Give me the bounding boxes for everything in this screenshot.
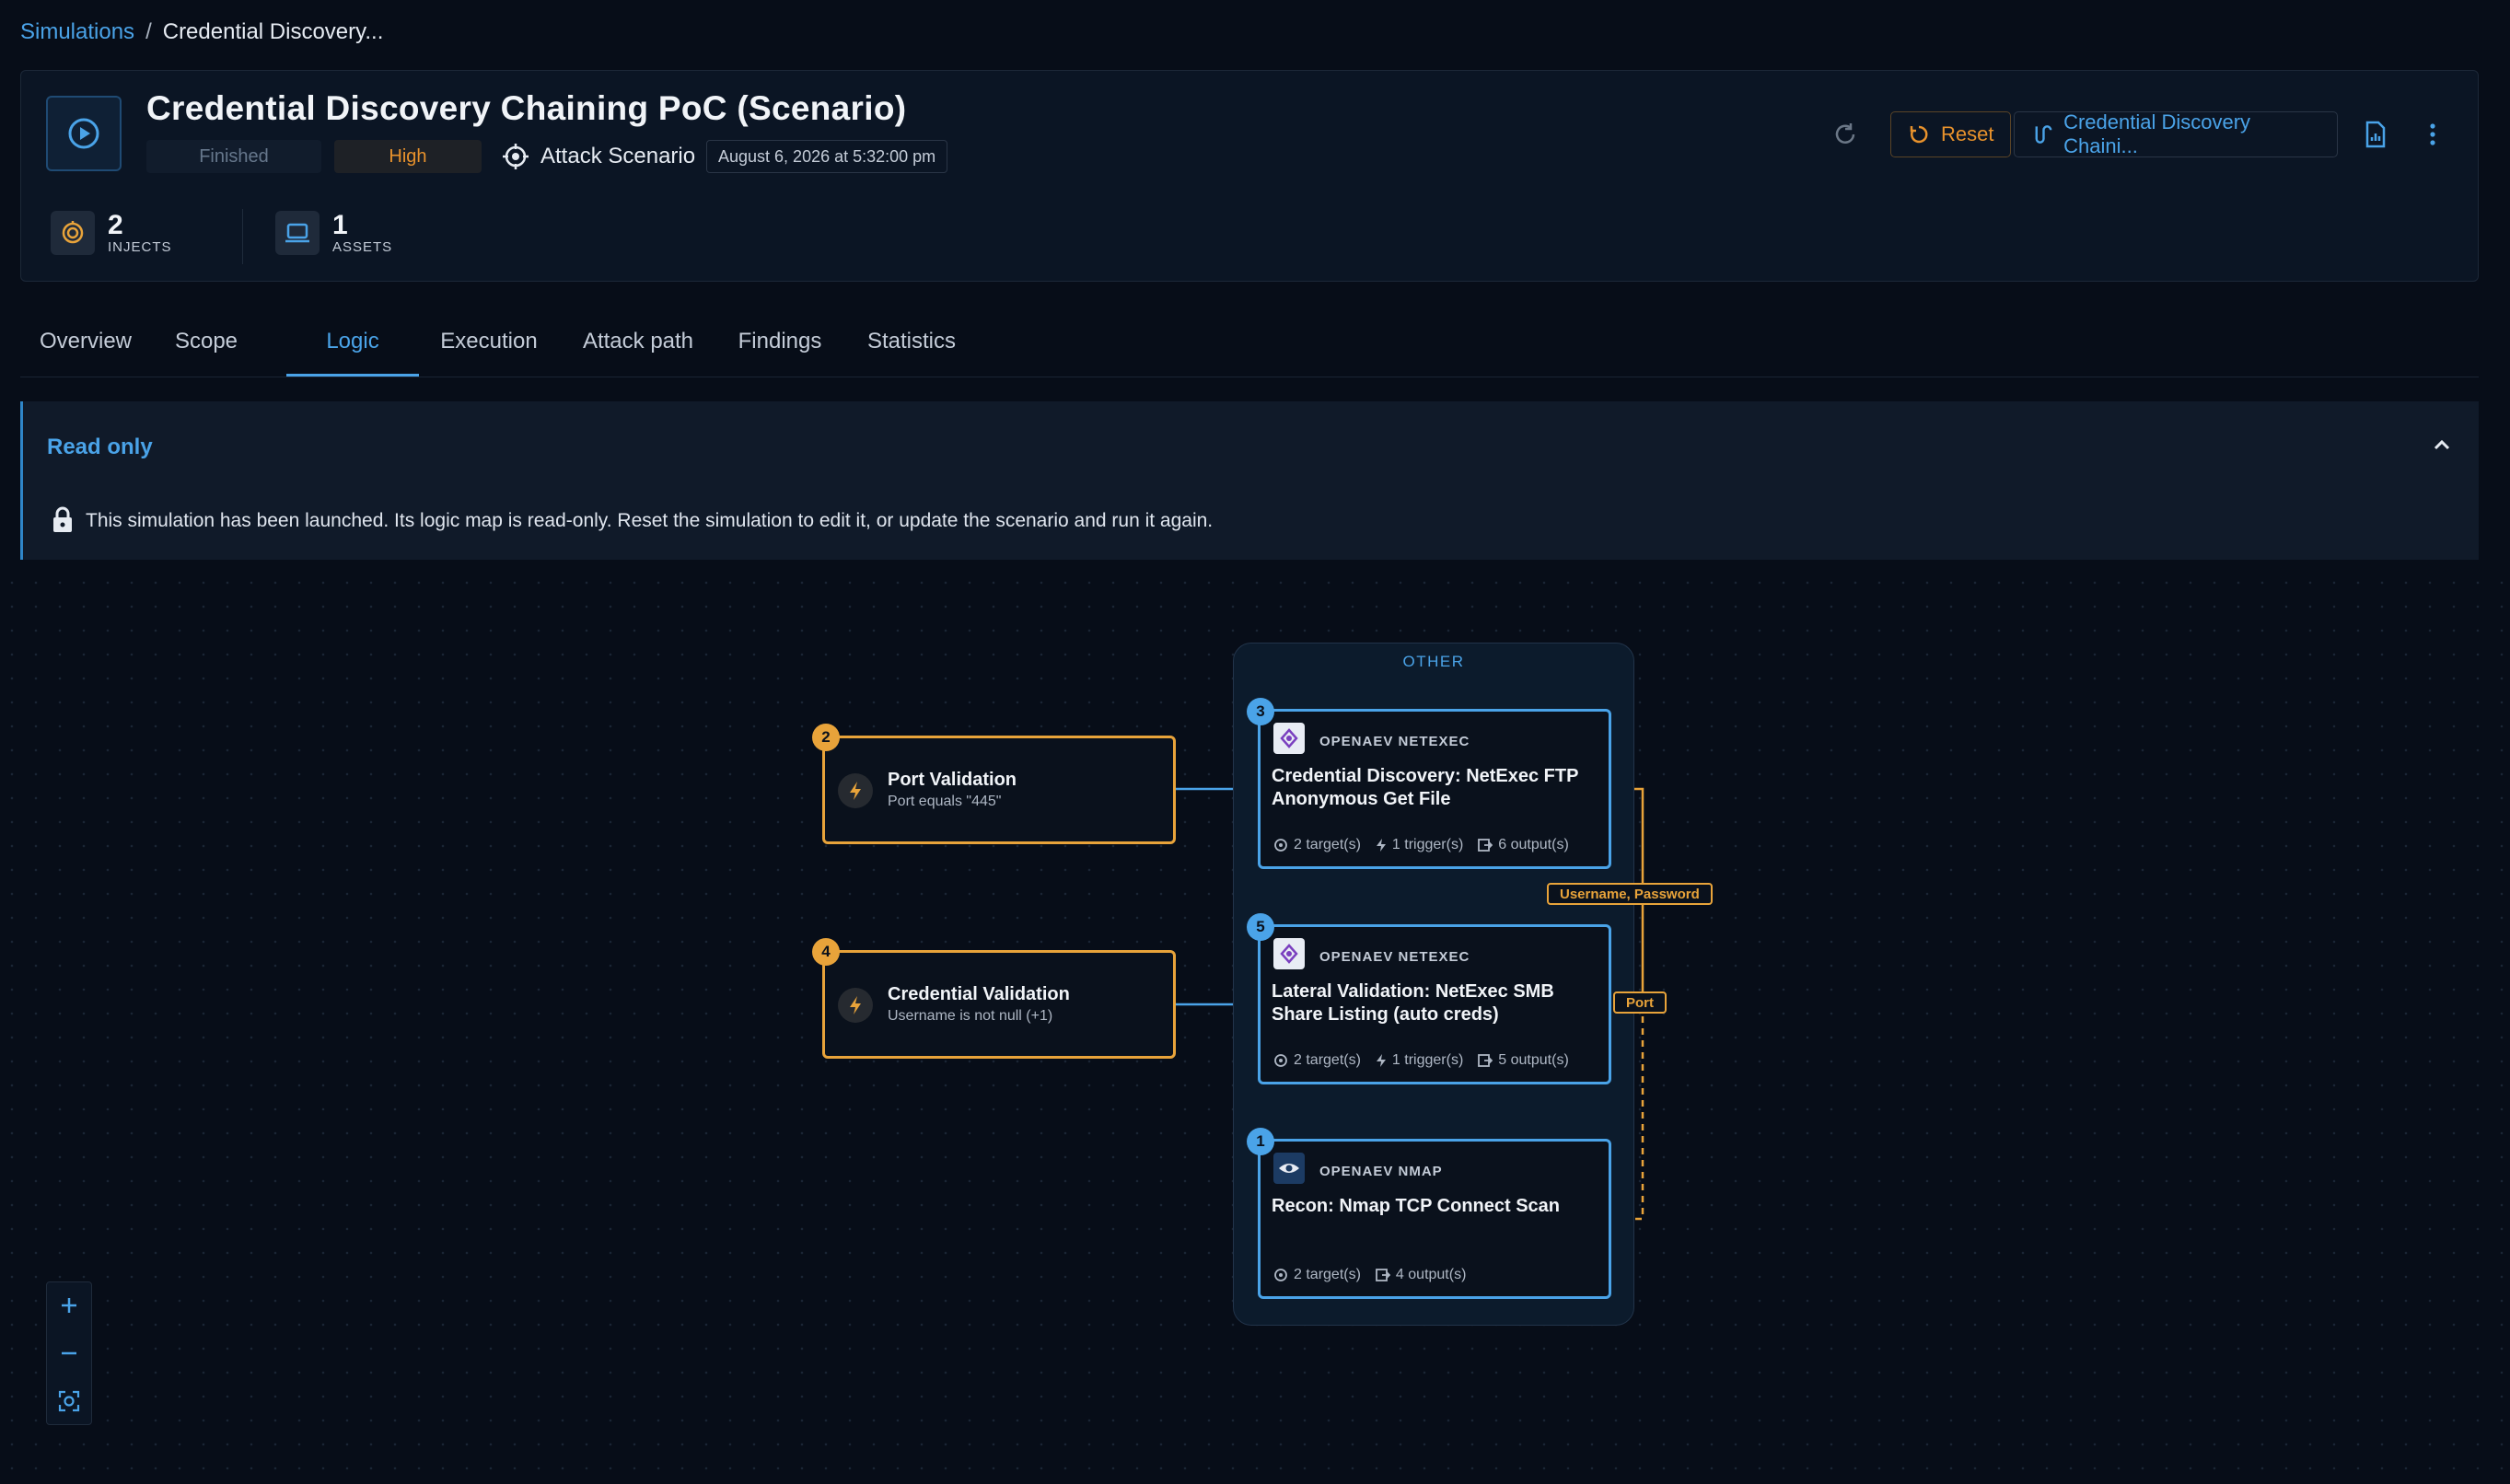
- inject-outputs: 6 output(s): [1498, 837, 1569, 852]
- target-icon: [1274, 1269, 1287, 1281]
- condition-title: Credential Validation: [888, 984, 1070, 1004]
- target-icon: [1274, 1054, 1287, 1067]
- condition-title: Port Validation: [888, 770, 1017, 790]
- inject-footer: 2 target(s) 1 trigger(s) 5 output(s): [1273, 1052, 1569, 1069]
- inject-provider: OPENAEV NETEXEC: [1319, 734, 1470, 749]
- minus-icon: [62, 1351, 76, 1355]
- zoom-in-button[interactable]: [47, 1282, 91, 1328]
- inject-targets: 2 target(s): [1294, 1267, 1361, 1282]
- zoom-out-button[interactable]: [47, 1330, 91, 1376]
- fit-view-button[interactable]: [47, 1378, 91, 1424]
- order-badge: 4: [812, 938, 840, 966]
- condition-credential-validation[interactable]: Credential Validation Username is not nu…: [822, 950, 1176, 1059]
- netexec-logo-icon: [1273, 723, 1305, 754]
- condition-subtitle: Port equals "445": [888, 794, 1002, 809]
- trigger-icon: [1376, 1054, 1386, 1067]
- zoom-controls: [46, 1281, 92, 1425]
- inject-outputs: 5 output(s): [1498, 1052, 1569, 1068]
- group-label: OTHER: [1402, 653, 1465, 670]
- order-badge: 2: [812, 724, 840, 751]
- inject-recon-nmap[interactable]: OPENAEV NMAP Recon: Nmap TCP Connect Sca…: [1258, 1139, 1611, 1299]
- output-icon: [1376, 1269, 1390, 1281]
- inject-triggers: 1 trigger(s): [1391, 837, 1464, 852]
- nmap-logo-icon: [1273, 1153, 1305, 1184]
- edge-label-port: Port: [1613, 991, 1667, 1014]
- inject-triggers: 1 trigger(s): [1391, 1052, 1464, 1068]
- condition-port-validation[interactable]: Port Validation Port equals "445": [822, 736, 1176, 844]
- inject-provider: OPENAEV NMAP: [1319, 1164, 1443, 1179]
- inject-outputs: 4 output(s): [1395, 1267, 1467, 1282]
- plus-icon: [62, 1298, 76, 1313]
- target-icon: [1274, 839, 1287, 852]
- inject-name: Recon: Nmap TCP Connect Scan: [1272, 1196, 1561, 1216]
- trigger-icon: [1376, 839, 1386, 852]
- fit-view-icon: [58, 1390, 80, 1412]
- condition-subtitle: Username is not null (+1): [888, 1008, 1053, 1024]
- order-badge: 3: [1247, 698, 1274, 725]
- inject-name: Lateral Validation: NetExec SMB Share Li…: [1272, 981, 1554, 1025]
- inject-provider: OPENAEV NETEXEC: [1319, 949, 1470, 965]
- output-icon: [1478, 1054, 1493, 1067]
- inject-targets: 2 target(s): [1294, 1052, 1361, 1068]
- order-badge: 1: [1247, 1128, 1274, 1155]
- inject-footer: 2 target(s) 1 trigger(s) 6 output(s): [1273, 837, 1569, 853]
- lightning-icon: [838, 988, 873, 1023]
- inject-name: Credential Discovery: NetExec FTP Anonym…: [1272, 766, 1579, 809]
- inject-targets: 2 target(s): [1294, 837, 1361, 852]
- inject-lateral-validation[interactable]: OPENAEV NETEXEC Lateral Validation: NetE…: [1258, 924, 1611, 1084]
- inject-footer: 2 target(s) 4 output(s): [1273, 1267, 1466, 1283]
- edge-label-credentials: Username, Password: [1547, 883, 1713, 905]
- inject-credential-discovery[interactable]: OPENAEV NETEXEC Credential Discovery: Ne…: [1258, 709, 1611, 869]
- order-badge: 5: [1247, 913, 1274, 941]
- netexec-logo-icon: [1273, 938, 1305, 969]
- lightning-icon: [838, 773, 873, 808]
- output-icon: [1478, 839, 1493, 852]
